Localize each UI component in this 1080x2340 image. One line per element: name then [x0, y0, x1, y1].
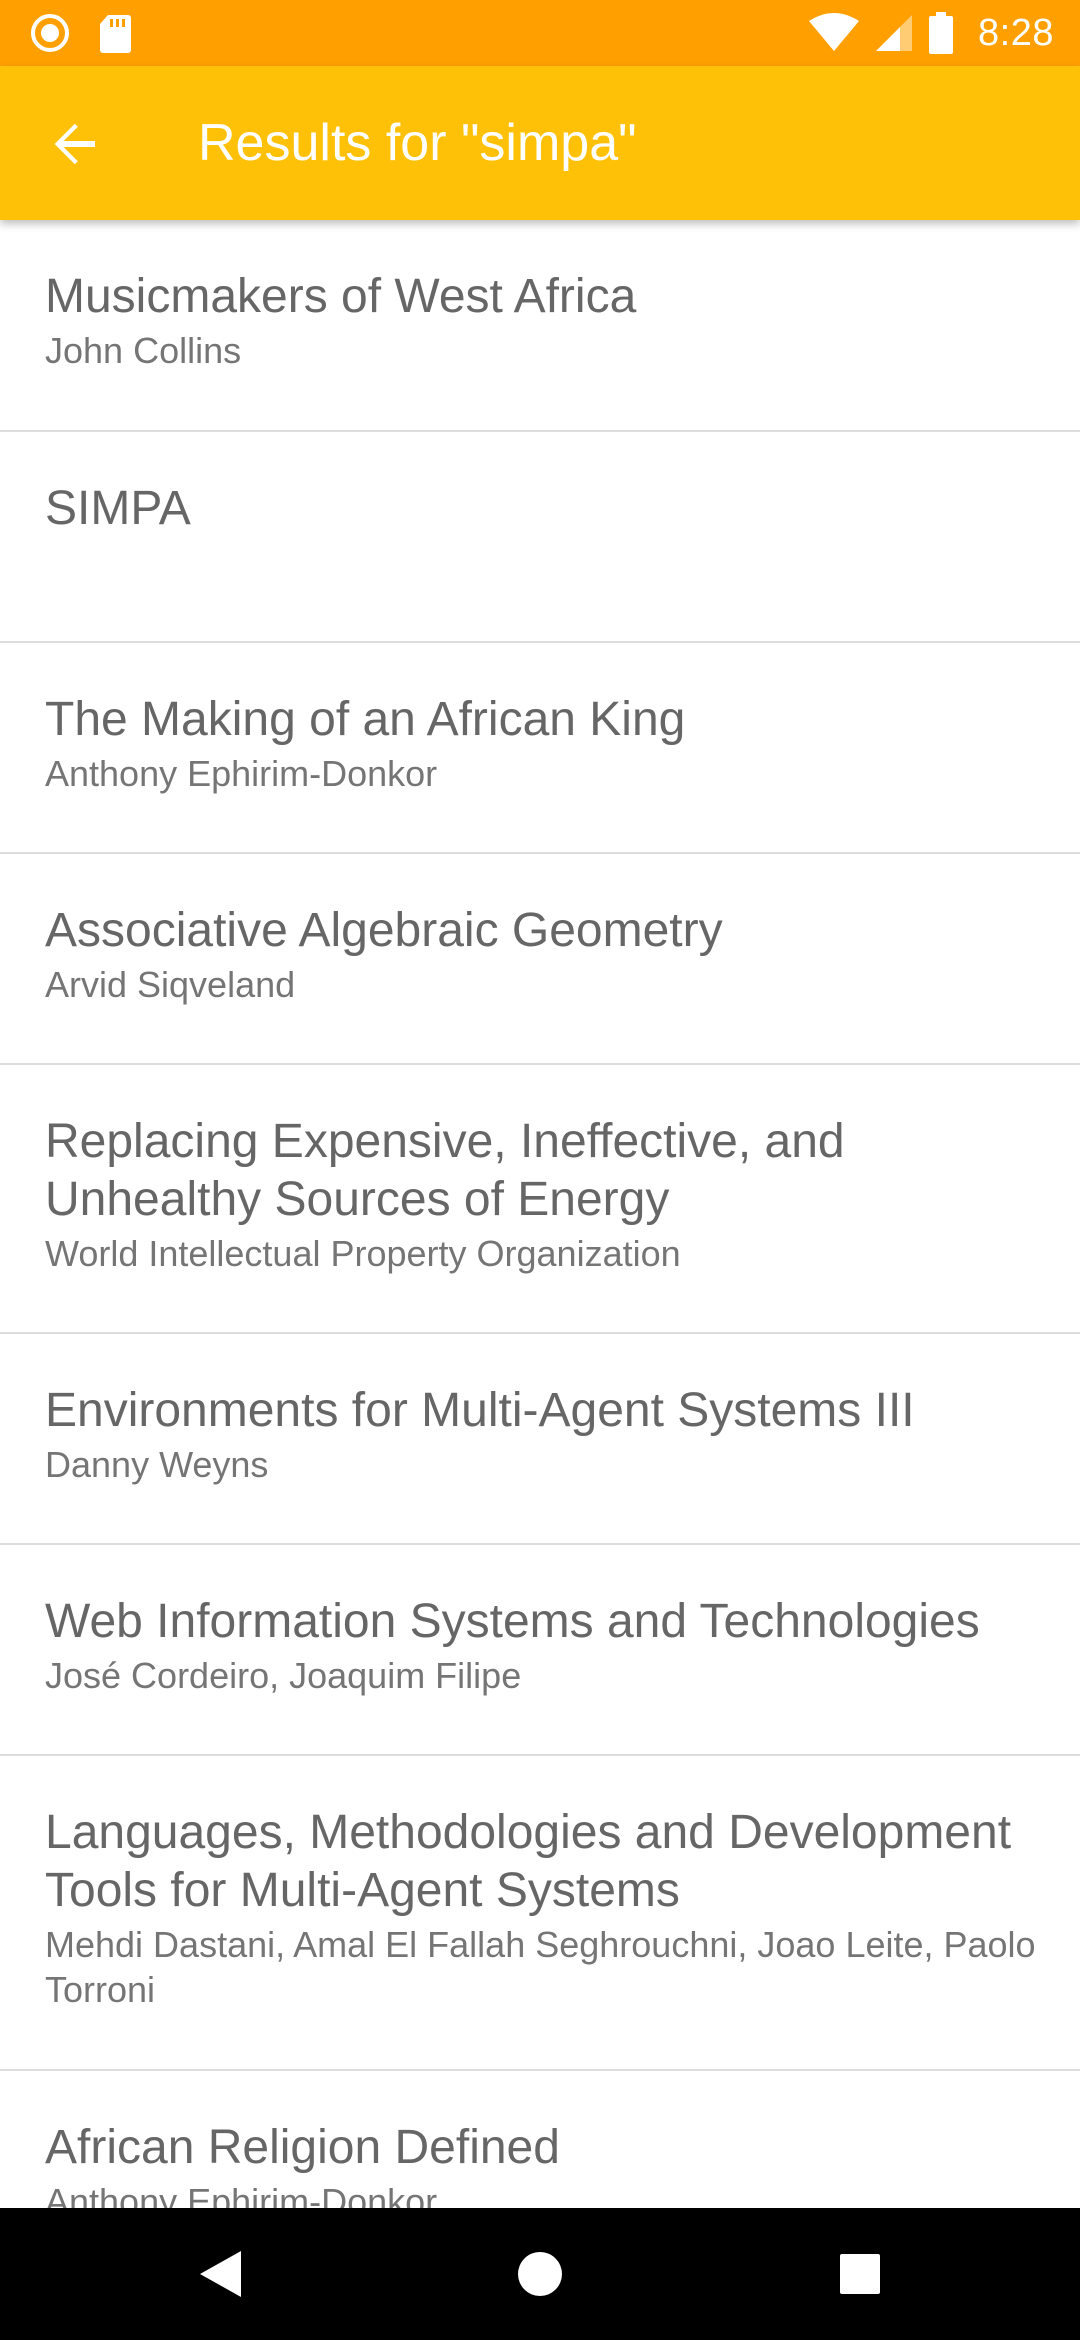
sd-card-icon	[100, 15, 131, 53]
nav-back-button[interactable]	[165, 2230, 275, 2318]
list-item[interactable]: Web Information Systems and Technologies…	[0, 1545, 1080, 1756]
cell-signal-icon	[876, 15, 913, 51]
list-item[interactable]: Languages, Methodologies and Development…	[0, 1756, 1080, 2071]
nav-home-button[interactable]	[485, 2230, 595, 2318]
list-item[interactable]: Associative Algebraic Geometry Arvid Siq…	[0, 854, 1080, 1065]
result-title: Web Information Systems and Technologies	[45, 1595, 980, 1648]
result-author: John Collins	[45, 330, 242, 371]
arrow-back-icon	[54, 123, 95, 165]
list-item[interactable]: SIMPA	[0, 432, 1080, 643]
list-item[interactable]: Replacing Expensive, Ineffective, and Un…	[0, 1065, 1080, 1334]
result-author: Arvid Siqveland	[45, 964, 296, 1005]
battery-icon	[929, 12, 954, 54]
back-button[interactable]	[30, 99, 120, 189]
result-title: African Religion Defined	[45, 2121, 560, 2174]
result-author: Anthony Ephirim-Donkor	[45, 2181, 438, 2208]
result-title: The Making of an African King	[45, 693, 686, 746]
nav-recents-button[interactable]	[805, 2230, 915, 2318]
list-item[interactable]: The Making of an African King Anthony Ep…	[0, 643, 1080, 854]
result-author: José Cordeiro, Joaquim Filipe	[45, 1655, 522, 1696]
navigation-bar	[0, 2208, 1080, 2340]
wifi-icon	[809, 13, 860, 51]
result-author: Danny Weyns	[45, 1444, 269, 1485]
list-item[interactable]: Environments for Multi-Agent Systems III…	[0, 1334, 1080, 1545]
recents-square-icon	[840, 2254, 880, 2294]
clock-time: 8:28	[978, 11, 1054, 54]
result-title: Musicmakers of West Africa	[45, 270, 637, 323]
record-icon	[31, 14, 69, 52]
result-title: Associative Algebraic Geometry	[45, 904, 723, 957]
list-item[interactable]: Musicmakers of West Africa John Collins	[0, 220, 1080, 432]
results-list[interactable]: Musicmakers of West Africa John Collins …	[0, 220, 1080, 2208]
back-triangle-icon	[200, 2251, 241, 2297]
result-author: Anthony Ephirim-Donkor	[45, 753, 438, 794]
status-bar: 8:28	[0, 0, 1080, 66]
page-title: Results for "simpa"	[198, 114, 637, 172]
result-title: SIMPA	[45, 482, 191, 535]
result-title: Environments for Multi-Agent Systems III	[45, 1384, 915, 1437]
result-author: World Intellectual Property Organization	[45, 1233, 681, 1274]
result-title: Replacing Expensive, Ineffective, and Un…	[45, 1115, 845, 1226]
home-circle-icon	[518, 2252, 562, 2296]
result-title: Languages, Methodologies and Development…	[45, 1806, 1012, 1917]
list-item[interactable]: African Religion Defined Anthony Ephirim…	[0, 2071, 1080, 2208]
result-author: Mehdi Dastani, Amal El Fallah Seghrouchn…	[45, 1924, 1036, 2010]
app-bar: Results for "simpa"	[0, 66, 1080, 220]
